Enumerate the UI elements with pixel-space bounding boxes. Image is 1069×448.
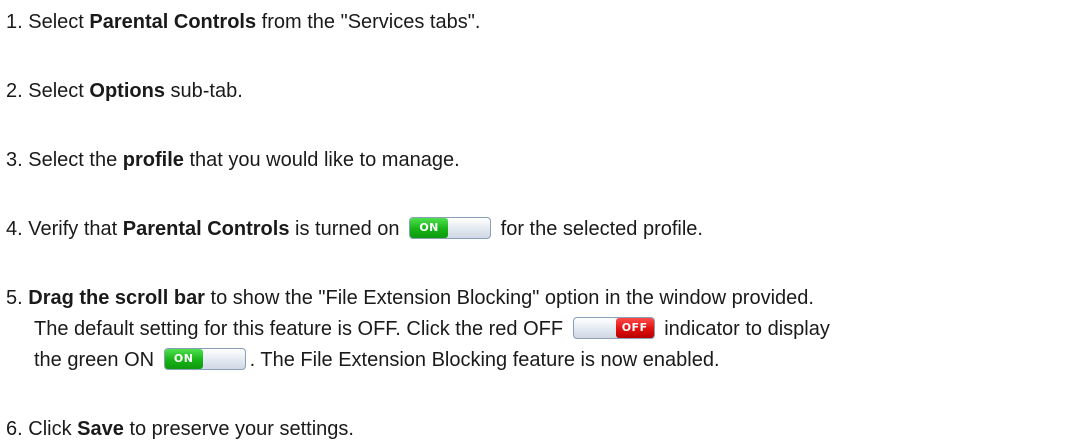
step-text: from the "Services tabs". bbox=[261, 11, 481, 33]
off-toggle-icon: OFF bbox=[572, 317, 655, 339]
step-number: 1. bbox=[6, 11, 23, 33]
step-emphasis: Save bbox=[77, 418, 124, 440]
step-emphasis: Parental Controls bbox=[89, 11, 257, 33]
step-text: the green ON bbox=[34, 349, 155, 371]
step-text: Click bbox=[28, 418, 72, 440]
step-text: to preserve your settings. bbox=[129, 418, 354, 440]
toggle-on-label: ON bbox=[164, 349, 203, 369]
toggle-off-label: OFF bbox=[615, 318, 654, 338]
step-text: Select bbox=[28, 11, 84, 33]
step-text: Select bbox=[28, 80, 84, 102]
step-emphasis: Options bbox=[89, 80, 165, 102]
step-6: 6. Click Save to preserve your settings. bbox=[6, 414, 354, 445]
toggle-on-label: ON bbox=[410, 218, 449, 238]
step-text: . The File Extension Blocking feature is… bbox=[249, 349, 720, 371]
step-text: is turned on bbox=[295, 218, 400, 240]
step-number: 5. bbox=[6, 287, 23, 309]
step-text: that you would like to manage. bbox=[189, 149, 460, 171]
step-3: 3. Select the profile that you would lik… bbox=[6, 145, 460, 176]
step-number: 4. bbox=[6, 218, 23, 240]
step-emphasis: profile bbox=[122, 149, 184, 171]
step-text: sub-tab. bbox=[170, 80, 243, 102]
step-4: 4. Verify that Parental Controls is turn… bbox=[6, 214, 703, 245]
step-text: for the selected profile. bbox=[500, 218, 703, 240]
step-text: Select the bbox=[28, 149, 118, 171]
step-5-line-2: The default setting for this feature is … bbox=[34, 314, 830, 345]
step-number: 2. bbox=[6, 80, 23, 102]
step-text: indicator to display bbox=[664, 318, 830, 340]
step-number: 6. bbox=[6, 418, 23, 440]
step-5-line-3: the green ON ON . The File Extension Blo… bbox=[34, 345, 720, 376]
step-number: 3. bbox=[6, 149, 23, 171]
on-toggle-icon: ON bbox=[163, 348, 246, 370]
step-emphasis: Parental Controls bbox=[122, 218, 290, 240]
on-toggle-icon: ON bbox=[409, 217, 492, 239]
step-5: 5. Drag the scroll bar to show the "File… bbox=[6, 283, 814, 314]
step-text: to show the "File Extension Blocking" op… bbox=[210, 287, 814, 309]
step-text: Verify that bbox=[28, 218, 118, 240]
step-text: The default setting for this feature is … bbox=[34, 318, 564, 340]
step-2: 2. Select Options sub-tab. bbox=[6, 76, 243, 107]
step-1: 1. Select Parental Controls from the "Se… bbox=[6, 7, 480, 38]
step-emphasis: Drag the scroll bar bbox=[28, 287, 205, 309]
